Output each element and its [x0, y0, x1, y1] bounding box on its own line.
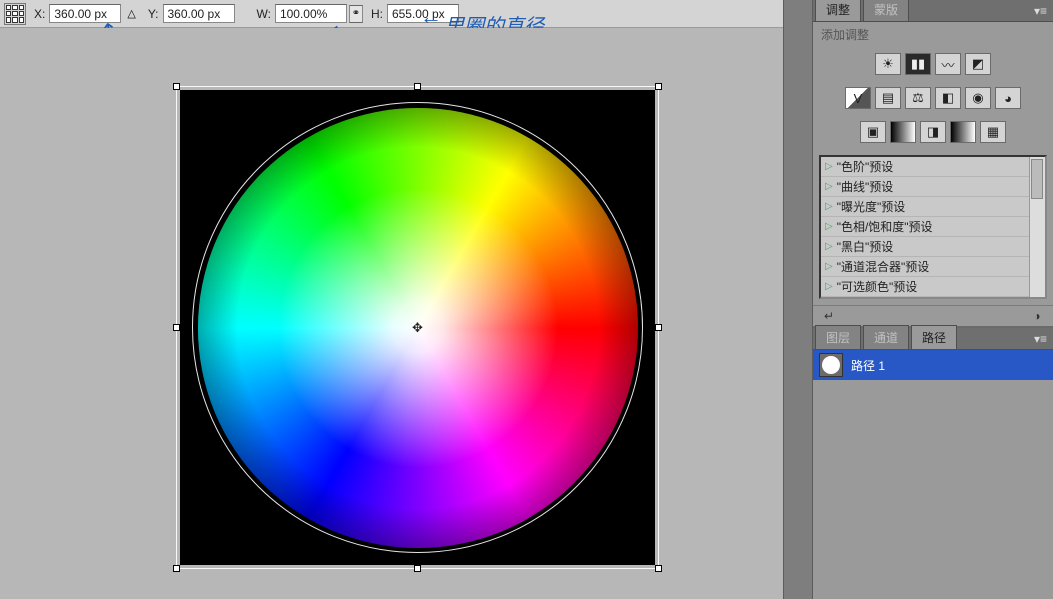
panel-menu-icon[interactable]: ▾≡	[1028, 1, 1053, 21]
panel-dock: 调整 蒙版 ▾≡ 添加调整 ☀ ▮▮ 〰 ◩ V ▤ ⚖ ◧ ◉ ◕ ▣	[783, 0, 1053, 599]
preset-label: "色相/饱和度"预设	[837, 218, 933, 235]
tab-adjustments[interactable]: 调整	[815, 0, 861, 21]
h-label: H:	[365, 7, 385, 21]
exposure-icon[interactable]: ◩	[965, 53, 991, 75]
w-input[interactable]	[275, 4, 347, 23]
disclosure-icon: ▷	[825, 161, 833, 172]
panel-menu-icon[interactable]: ▾≡	[1028, 329, 1053, 349]
disclosure-icon: ▷	[825, 181, 833, 192]
disclosure-icon: ▷	[825, 201, 833, 212]
disclosure-icon: ▷	[825, 241, 833, 252]
scrollbar-thumb[interactable]	[1031, 159, 1043, 199]
adjustment-icons-row-3: ▣ ◨ ▦	[813, 115, 1053, 149]
adjustments-tabs: 调整 蒙版 ▾≡	[813, 0, 1053, 22]
delta-icon[interactable]: △	[123, 7, 139, 20]
handle-right[interactable]	[655, 324, 662, 331]
x-label: X:	[28, 7, 47, 21]
h-input[interactable]	[387, 4, 459, 23]
curves-icon[interactable]: 〰	[935, 53, 961, 75]
selective-color-icon[interactable]: ▦	[980, 121, 1006, 143]
channel-mixer-icon[interactable]: ◕	[995, 87, 1021, 109]
link-aspect-icon[interactable]: ⚭	[349, 5, 363, 23]
adjustment-icons-row-2: V ▤ ⚖ ◧ ◉ ◕	[813, 81, 1053, 115]
paths-panel-body: 路径 1	[813, 350, 1053, 599]
black-white-icon[interactable]: ◧	[935, 87, 961, 109]
reference-point-grid[interactable]	[4, 3, 26, 25]
panels-column: 调整 蒙版 ▾≡ 添加调整 ☀ ▮▮ 〰 ◩ V ▤ ⚖ ◧ ◉ ◕ ▣	[813, 0, 1053, 599]
threshold-icon[interactable]: ◨	[920, 121, 946, 143]
preset-item[interactable]: ▷ "曲线"预设	[821, 177, 1045, 197]
tab-channels[interactable]: 通道	[863, 325, 909, 349]
disclosure-icon: ▷	[825, 261, 833, 272]
handle-bottom-right[interactable]	[655, 565, 662, 572]
path-name: 路径 1	[851, 357, 885, 374]
preset-label: "色阶"预设	[837, 158, 894, 175]
handle-bottom-left[interactable]	[173, 565, 180, 572]
return-to-list-icon[interactable]: ↵	[819, 308, 839, 324]
color-balance-icon[interactable]: ⚖	[905, 87, 931, 109]
color-wheel-image	[198, 108, 638, 548]
gradient-map-icon[interactable]	[950, 121, 976, 143]
transform-options-bar: X: △ Y: W: ⚭ H:	[0, 0, 783, 28]
artboard	[180, 90, 655, 565]
canvas-area[interactable]: ✥	[0, 28, 783, 599]
preset-item[interactable]: ▷ "通道混合器"预设	[821, 257, 1045, 277]
disclosure-icon: ▷	[825, 281, 833, 292]
paths-empty-area[interactable]	[813, 380, 1053, 599]
preset-item[interactable]: ▷ "色阶"预设	[821, 157, 1045, 177]
preset-label: "可选颜色"预设	[837, 278, 918, 295]
layers-tabs: 图层 通道 路径 ▾≡	[813, 328, 1053, 350]
posterize-icon[interactable]	[890, 121, 916, 143]
add-adjustment-label: 添加调整	[813, 22, 1053, 47]
tab-layers[interactable]: 图层	[815, 325, 861, 349]
handle-top-left[interactable]	[173, 83, 180, 90]
adjustment-presets-list[interactable]: ▷ "色阶"预设 ▷ "曲线"预设 ▷ "曝光度"预设 ▷ "色相/饱和度"预设 ▷ "黑…	[819, 155, 1047, 299]
disclosure-icon: ▷	[825, 221, 833, 232]
path-thumbnail	[819, 353, 843, 377]
tab-masks[interactable]: 蒙版	[863, 0, 909, 21]
adjustments-panel-body: 添加调整 ☀ ▮▮ 〰 ◩ V ▤ ⚖ ◧ ◉ ◕ ▣ ◨ ▦	[813, 22, 1053, 328]
preset-label: "通道混合器"预设	[837, 258, 930, 275]
preset-scrollbar[interactable]	[1029, 157, 1045, 297]
x-input[interactable]	[49, 4, 121, 23]
y-input[interactable]	[163, 4, 235, 23]
preset-label: "黑白"预设	[837, 238, 894, 255]
dock-collapse-strip[interactable]	[783, 0, 813, 599]
hue-sat-icon[interactable]: ▤	[875, 87, 901, 109]
handle-top-right[interactable]	[655, 83, 662, 90]
tab-paths[interactable]: 路径	[911, 325, 957, 349]
preset-item[interactable]: ▷ "可选颜色"预设	[821, 277, 1045, 297]
adjustments-footer: ↵ ◑	[813, 305, 1053, 327]
path-item-selected[interactable]: 路径 1	[813, 350, 1053, 380]
adjustment-icons-row-1: ☀ ▮▮ 〰 ◩	[813, 47, 1053, 81]
preset-item[interactable]: ▷ "色相/饱和度"预设	[821, 217, 1045, 237]
invert-icon[interactable]: ▣	[860, 121, 886, 143]
y-label: Y:	[142, 7, 161, 21]
handle-top[interactable]	[414, 83, 421, 90]
photo-filter-icon[interactable]: ◉	[965, 87, 991, 109]
preset-label: "曲线"预设	[837, 178, 894, 195]
preset-item[interactable]: ▷ "曝光度"预设	[821, 197, 1045, 217]
brightness-contrast-icon[interactable]: ☀	[875, 53, 901, 75]
preset-label: "曝光度"预设	[837, 198, 906, 215]
handle-left[interactable]	[173, 324, 180, 331]
levels-icon[interactable]: ▮▮	[905, 53, 931, 75]
preset-item[interactable]: ▷ "黑白"预设	[821, 237, 1045, 257]
handle-bottom[interactable]	[414, 565, 421, 572]
w-label: W:	[251, 7, 273, 21]
vibrance-icon[interactable]: V	[845, 87, 871, 109]
clip-to-layer-icon[interactable]: ◑	[1027, 308, 1047, 324]
